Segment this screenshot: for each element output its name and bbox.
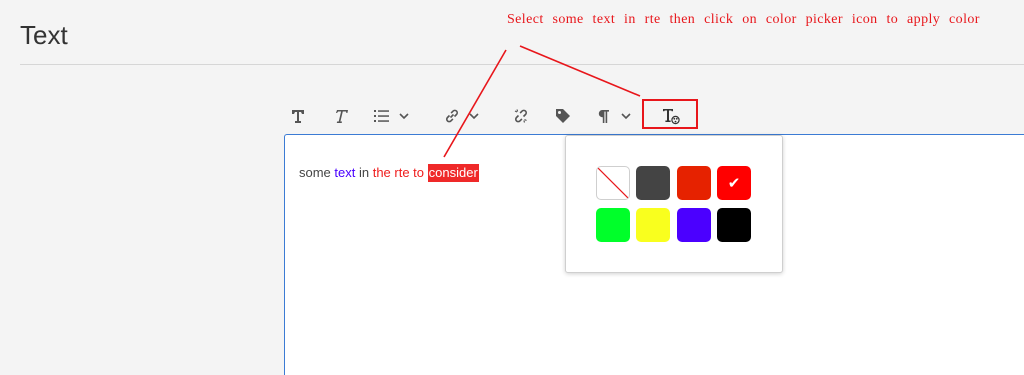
no-color-slash-icon: [597, 167, 629, 199]
swatch-black[interactable]: [717, 208, 751, 242]
list-icon: [374, 110, 389, 122]
list-button[interactable]: [371, 100, 393, 132]
list-dropdown-chevron[interactable]: [398, 100, 410, 132]
text-segment: some: [299, 165, 335, 180]
unlink-icon: [514, 109, 527, 123]
swatch-none[interactable]: [596, 166, 630, 200]
rte-toolbar: [0, 100, 1024, 132]
checkmark-icon: ✔: [727, 175, 741, 192]
color-picker-highlight-box: [642, 99, 698, 129]
page-title: Text: [20, 20, 68, 50]
paragraph-button[interactable]: [593, 100, 613, 132]
paragraph-dropdown-chevron[interactable]: [620, 100, 632, 132]
bold-T-icon: [292, 110, 304, 123]
editor-content[interactable]: some text in the rte to consider: [299, 164, 479, 182]
selected-text[interactable]: consider: [427, 164, 479, 182]
arrow-to-icon-line: [519, 45, 641, 97]
text-segment-purple: text: [334, 165, 356, 180]
swatch-dark-gray[interactable]: [636, 166, 670, 200]
link-button[interactable]: [441, 100, 463, 132]
instruction-annotation: Select some text in rte then click on co…: [507, 12, 980, 27]
pilcrow-icon: [598, 110, 609, 123]
italic-T-icon: [336, 110, 348, 123]
bold-button[interactable]: [287, 100, 309, 132]
swatch-yellow[interactable]: [636, 208, 670, 242]
color-palette-popup: ✔: [565, 135, 783, 273]
chevron-down-icon: [469, 113, 479, 120]
tag-icon: [556, 109, 570, 123]
chevron-down-icon: [621, 113, 631, 120]
italic-button[interactable]: [330, 100, 352, 132]
text-segment: in: [355, 165, 373, 180]
text-segment-red: the rte to: [372, 165, 428, 180]
swatch-orange-red[interactable]: [677, 166, 711, 200]
unlink-button[interactable]: [510, 100, 532, 132]
swatch-green[interactable]: [596, 208, 630, 242]
tag-button[interactable]: [552, 100, 574, 132]
swatch-blue[interactable]: [677, 208, 711, 242]
link-icon: [446, 109, 458, 123]
swatch-red[interactable]: ✔: [717, 166, 751, 200]
header-divider: [20, 64, 1024, 65]
link-dropdown-chevron[interactable]: [468, 100, 480, 132]
chevron-down-icon: [399, 113, 409, 120]
